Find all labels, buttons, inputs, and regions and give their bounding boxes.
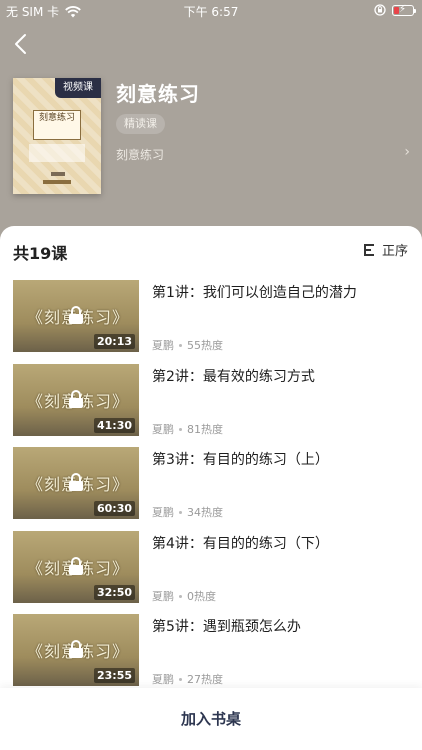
orientation-lock-icon bbox=[374, 4, 386, 16]
chevron-left-icon bbox=[15, 34, 26, 54]
lesson-author: 夏鹏 bbox=[152, 506, 174, 519]
meta-separator bbox=[179, 677, 182, 681]
book-cover[interactable]: 刻意练习 视频课 bbox=[13, 78, 101, 194]
meta-separator bbox=[179, 594, 182, 598]
lesson-author: 夏鹏 bbox=[152, 590, 174, 603]
sort-button[interactable]: 正序 bbox=[363, 240, 408, 259]
lock-icon bbox=[68, 390, 84, 408]
lesson-thumbnail: 《刻意练习》 41:30 bbox=[13, 364, 139, 436]
status-bar: 无 SIM 卡 下午 6:57 ⚡ bbox=[0, 0, 422, 22]
lesson-title: 第2讲：最有效的练习方式 bbox=[152, 369, 315, 385]
lock-icon bbox=[68, 473, 84, 491]
cover-publisher-block bbox=[43, 180, 71, 184]
meta-separator bbox=[179, 343, 182, 347]
lesson-author: 夏鹏 bbox=[152, 423, 174, 436]
course-tag: 精读课 bbox=[116, 114, 165, 134]
add-to-desk-button[interactable]: 加入书桌 bbox=[0, 708, 422, 729]
meta-separator bbox=[179, 510, 182, 514]
screen: 无 SIM 卡 下午 6:57 ⚡ 刻意练习 视频课 刻意练习 精读课 刻意练习… bbox=[0, 0, 422, 750]
course-title: 刻意练习 bbox=[116, 82, 200, 106]
lesson-item[interactable]: 《刻意练习》 23:55 第5讲：遇到瓶颈怎么办 夏鹏 27热度 bbox=[0, 614, 422, 688]
lock-icon bbox=[68, 640, 84, 658]
lesson-thumbnail: 《刻意练习》 32:50 bbox=[13, 531, 139, 603]
meta-separator bbox=[179, 427, 182, 431]
lesson-title: 第1讲：我们可以创造自己的潜力 bbox=[152, 285, 357, 301]
lesson-heat: 27热度 bbox=[187, 673, 223, 686]
lesson-item[interactable]: 《刻意练习》 60:30 第3讲：有目的的练习（上） 夏鹏 34热度 bbox=[0, 447, 422, 521]
bottom-bar: 加入书桌 bbox=[0, 688, 422, 750]
lesson-duration: 20:13 bbox=[93, 334, 135, 349]
lesson-heat: 81热度 bbox=[187, 423, 223, 436]
cover-title-text: 刻意练习 bbox=[38, 113, 75, 123]
sort-label: 正序 bbox=[381, 244, 408, 259]
lesson-title: 第3讲：有目的的练习（上） bbox=[152, 452, 329, 468]
lock-icon bbox=[68, 557, 84, 575]
lesson-thumbnail: 《刻意练习》 20:13 bbox=[13, 280, 139, 352]
lesson-meta: 夏鹏 81热度 bbox=[152, 421, 223, 437]
lesson-author: 夏鹏 bbox=[152, 673, 174, 686]
chevron-right-icon[interactable]: › bbox=[404, 144, 410, 160]
lesson-duration: 23:55 bbox=[93, 668, 135, 683]
lesson-duration: 41:30 bbox=[93, 418, 135, 433]
status-right: ⚡ bbox=[374, 3, 416, 16]
cover-author-block bbox=[51, 172, 65, 176]
lesson-heat: 34热度 bbox=[187, 506, 223, 519]
status-time: 下午 6:57 bbox=[183, 5, 239, 19]
lesson-thumbnail: 《刻意练习》 60:30 bbox=[13, 447, 139, 519]
lesson-sheet: 共19课 正序 《刻意练习》 20:13 第1讲：我们可以创造自己的潜力 夏鹏 bbox=[0, 226, 422, 750]
lesson-title: 第5讲：遇到瓶颈怎么办 bbox=[152, 619, 301, 635]
lesson-item[interactable]: 《刻意练习》 41:30 第2讲：最有效的练习方式 夏鹏 81热度 bbox=[0, 364, 422, 438]
lesson-duration: 32:50 bbox=[93, 585, 135, 600]
charging-icon: ⚡ bbox=[399, 3, 407, 15]
lesson-heat: 0热度 bbox=[187, 590, 216, 603]
lesson-item[interactable]: 《刻意练习》 32:50 第4讲：有目的的练习（下） 夏鹏 0热度 bbox=[0, 531, 422, 605]
back-button[interactable] bbox=[10, 30, 34, 58]
sheet-header: 共19课 正序 bbox=[0, 226, 422, 272]
lesson-item[interactable]: 《刻意练习》 20:13 第1讲：我们可以创造自己的潜力 夏鹏 55热度 bbox=[0, 280, 422, 354]
lesson-heat: 55热度 bbox=[187, 339, 223, 352]
battery-icon: ⚡ bbox=[392, 3, 416, 16]
lesson-meta: 夏鹏 0热度 bbox=[152, 588, 216, 604]
lesson-title: 第4讲：有目的的练习（下） bbox=[152, 536, 329, 552]
lesson-thumbnail: 《刻意练习》 23:55 bbox=[13, 614, 139, 686]
cover-title: 刻意练习 bbox=[33, 110, 81, 140]
lesson-author: 夏鹏 bbox=[152, 339, 174, 352]
lesson-meta: 夏鹏 55热度 bbox=[152, 337, 223, 353]
video-course-badge: 视频课 bbox=[55, 78, 101, 98]
sort-icon bbox=[363, 243, 378, 256]
lesson-meta: 夏鹏 27热度 bbox=[152, 671, 223, 687]
book-link[interactable]: 刻意练习 bbox=[116, 146, 164, 163]
lesson-duration: 60:30 bbox=[93, 501, 135, 516]
cover-subtitle-block bbox=[29, 144, 85, 162]
lock-icon bbox=[68, 306, 84, 324]
lesson-count: 共19课 bbox=[13, 244, 68, 263]
lesson-meta: 夏鹏 34热度 bbox=[152, 504, 223, 520]
